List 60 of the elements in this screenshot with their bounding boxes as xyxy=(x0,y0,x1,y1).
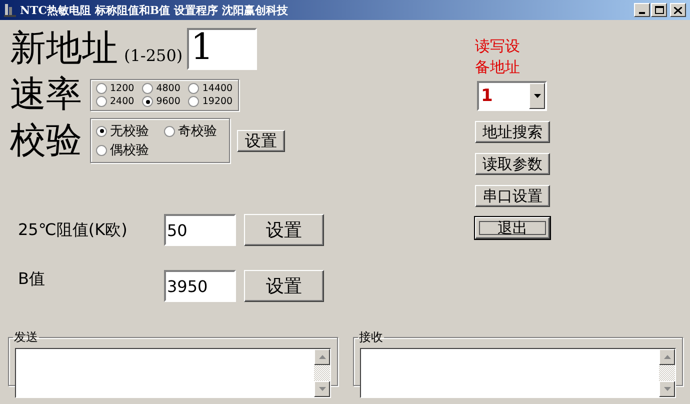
baud-rate-label: 速率 xyxy=(10,74,82,116)
app-icon xyxy=(4,3,16,17)
value-input[interactable]: 50 xyxy=(164,214,236,246)
radio-option[interactable]: 偶校验 xyxy=(96,141,156,159)
range-label: (1-250) xyxy=(124,46,183,64)
radio-option[interactable]: 奇校验 xyxy=(164,122,224,140)
window-title: NTC热敏电阻 标称阻值和B值 设置程序 沈阳赢创科技 xyxy=(19,2,289,18)
radio-option[interactable]: 14400 xyxy=(188,83,233,94)
radio-option[interactable]: 4800 xyxy=(142,83,180,94)
radio-button[interactable] xyxy=(142,83,154,94)
close-icon xyxy=(674,6,682,14)
address-label: 新地址 xyxy=(10,28,118,70)
radio-option[interactable]: 无校验 xyxy=(96,122,156,140)
radio-button[interactable] xyxy=(142,96,154,107)
radio-button[interactable] xyxy=(96,126,107,136)
radio-button[interactable] xyxy=(96,96,107,107)
caret-icon xyxy=(534,94,540,98)
resistance-label: 25℃阻值(K欧) xyxy=(18,220,128,240)
radio-option[interactable]: 1200 xyxy=(96,83,134,94)
parity-label: 校验 xyxy=(10,120,82,162)
down-arrow-icon xyxy=(318,387,326,391)
text-area[interactable] xyxy=(360,348,676,398)
device-address-label: 读写设备地址 xyxy=(475,36,521,78)
scrollbar[interactable] xyxy=(314,349,330,397)
radio-button[interactable] xyxy=(164,126,175,136)
text-area[interactable] xyxy=(15,348,331,398)
b-value-label: B值 xyxy=(18,269,46,290)
scroll-down-button[interactable] xyxy=(314,381,330,397)
radio-button[interactable] xyxy=(188,96,200,107)
set-button[interactable]: 设置 xyxy=(244,214,324,246)
radio-button[interactable] xyxy=(96,83,107,94)
scroll-up-button[interactable] xyxy=(659,349,675,365)
maximize-button[interactable] xyxy=(651,3,667,17)
action-button[interactable]: 串口设置 xyxy=(475,185,550,207)
maximize-icon xyxy=(654,6,664,14)
set-button[interactable]: 设置 xyxy=(237,130,285,152)
value-input[interactable]: 3950 xyxy=(164,270,236,302)
down-arrow-icon xyxy=(664,387,670,391)
radio-option[interactable]: 2400 xyxy=(96,96,134,107)
radio-button[interactable] xyxy=(96,144,107,156)
group-label: 发送 xyxy=(13,329,39,346)
radio-option[interactable]: 9600 xyxy=(142,96,180,107)
close-button[interactable] xyxy=(670,3,686,17)
scroll-down-button[interactable] xyxy=(659,381,675,397)
dropdown-button[interactable] xyxy=(529,83,545,109)
address-input[interactable]: 1 xyxy=(186,28,257,70)
minimize-button[interactable] xyxy=(634,3,650,17)
group-label: 接收 xyxy=(358,329,384,346)
action-button[interactable]: 读取参数 xyxy=(475,153,550,175)
set-button[interactable]: 设置 xyxy=(244,270,324,302)
scrollbar[interactable] xyxy=(659,349,675,397)
address-dropdown[interactable]: 1 xyxy=(477,81,547,111)
radio-button[interactable] xyxy=(188,83,200,94)
radio-option[interactable]: 19200 xyxy=(188,96,233,107)
scroll-up-button[interactable] xyxy=(314,349,330,365)
action-button[interactable]: 地址搜索 xyxy=(475,121,550,143)
up-arrow-icon xyxy=(664,355,670,359)
up-arrow-icon xyxy=(318,355,326,359)
dropdown-value: 1 xyxy=(480,85,494,108)
action-button[interactable]: 退出 xyxy=(475,217,550,239)
